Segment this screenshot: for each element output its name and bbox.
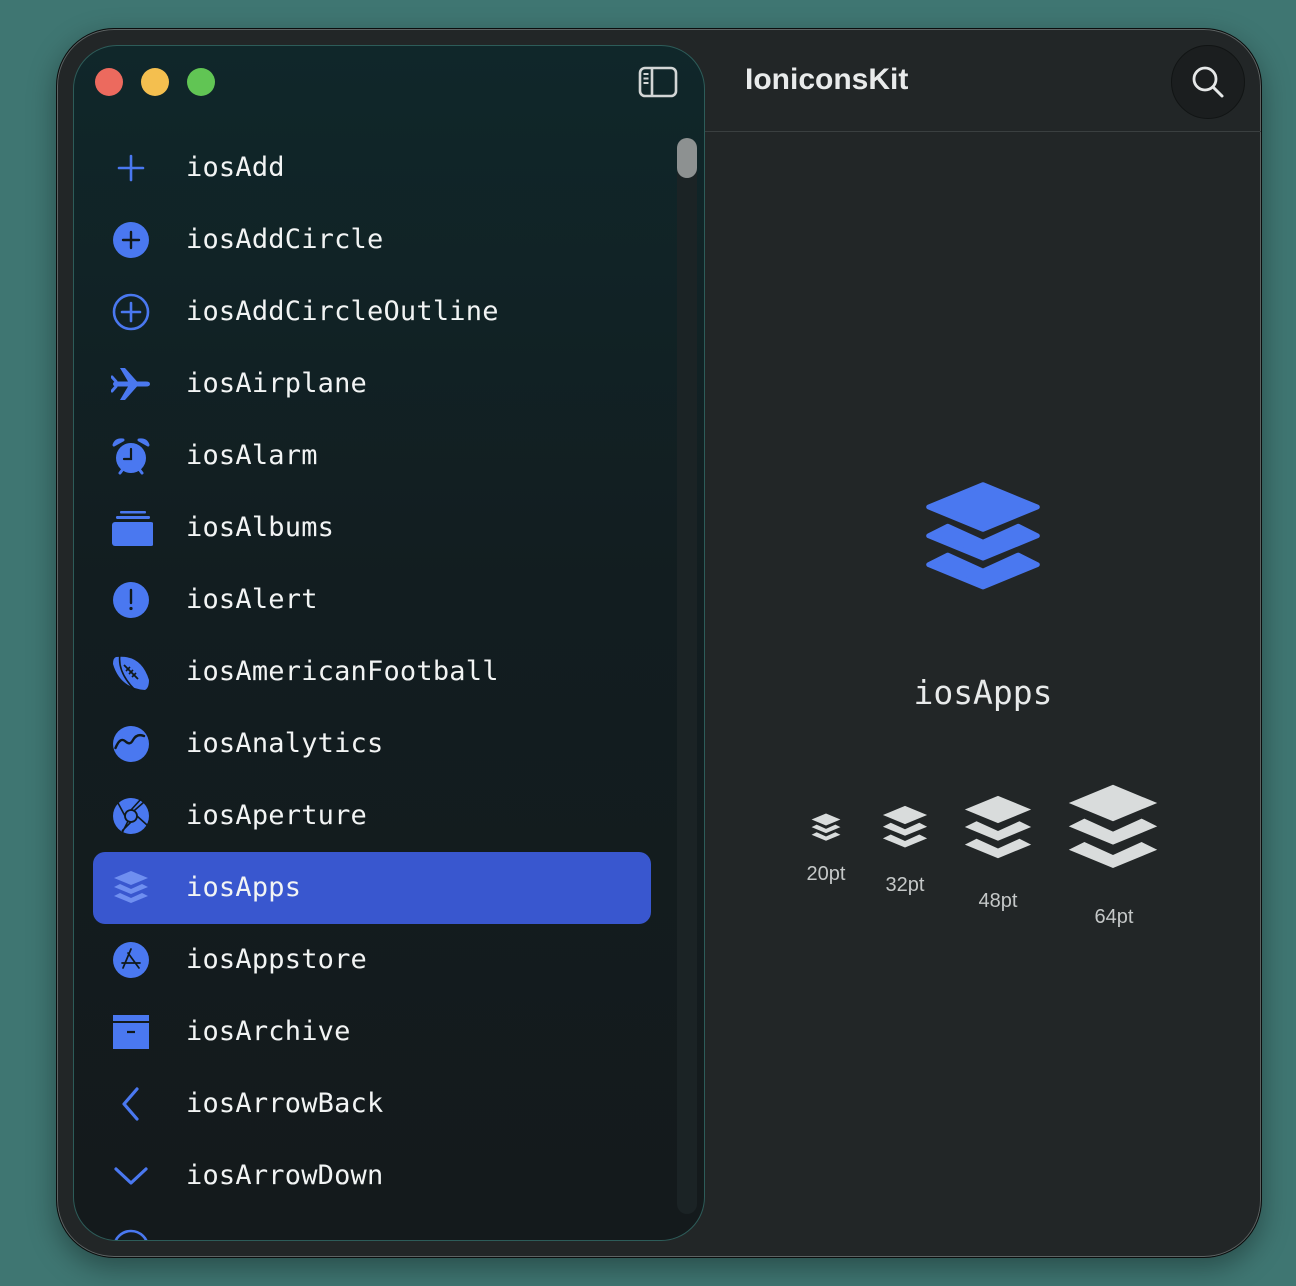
list-item-label: iosAlarm bbox=[186, 440, 318, 471]
list-item[interactable]: iosArrowBack bbox=[93, 1068, 651, 1140]
list-item-label: iosArrowBack bbox=[186, 1088, 384, 1119]
layers-icon-20pt bbox=[811, 813, 841, 841]
appstore-icon bbox=[113, 942, 149, 978]
arrow-circle-icon bbox=[114, 1229, 148, 1240]
analytics-icon bbox=[113, 726, 149, 762]
alarm-clock-icon bbox=[112, 438, 150, 475]
list-item-label: iosAirplane bbox=[186, 368, 368, 399]
size-label-32pt: 32pt bbox=[885, 874, 925, 896]
list-item-selected[interactable]: iosApps bbox=[93, 852, 651, 924]
list-item-label: iosApps bbox=[186, 872, 302, 903]
add-circle-outline-icon bbox=[112, 293, 150, 331]
list-item[interactable]: iosAmericanFootball bbox=[93, 636, 651, 708]
list-item[interactable]: iosAddCircle bbox=[93, 204, 651, 276]
close-button[interactable] bbox=[95, 68, 123, 96]
aperture-icon bbox=[113, 798, 149, 834]
minimize-button[interactable] bbox=[141, 68, 169, 96]
list-item-label: iosAppstore bbox=[186, 944, 368, 975]
list-item-label: iosArrowDown bbox=[186, 1160, 384, 1191]
list-item-label: iosAddCircleOutline bbox=[186, 296, 499, 327]
list-item-label: iosAlert bbox=[186, 584, 318, 615]
scroll-track[interactable] bbox=[677, 138, 697, 1214]
size-label-20pt: 20pt bbox=[806, 863, 846, 885]
toolbar-divider bbox=[705, 131, 1261, 132]
plus-icon bbox=[117, 154, 145, 182]
list-item-label: iosAdd bbox=[186, 152, 285, 183]
size-label-48pt: 48pt bbox=[978, 890, 1018, 912]
size-label-64pt: 64pt bbox=[1094, 906, 1134, 928]
scroll-thumb[interactable] bbox=[677, 138, 697, 178]
alert-icon bbox=[113, 582, 149, 618]
list-item[interactable]: iosAlarm bbox=[93, 420, 651, 492]
layers-icon-48pt bbox=[964, 795, 1032, 859]
list-item[interactable]: iosAdd bbox=[93, 132, 651, 204]
list-item-label: iosAnalytics bbox=[186, 728, 384, 759]
layers-icon-64pt bbox=[1068, 784, 1158, 868]
list-item-label: iosAmericanFootball bbox=[186, 656, 499, 687]
american-football-icon bbox=[113, 653, 149, 691]
list-item[interactable]: iosAppstore bbox=[93, 924, 651, 996]
window-title: IoniconsKit bbox=[745, 63, 909, 96]
chevron-down-icon bbox=[114, 1167, 148, 1185]
list-item[interactable]: iosAperture bbox=[93, 780, 651, 852]
albums-icon bbox=[112, 511, 153, 546]
selected-icon-name: iosApps bbox=[913, 673, 1053, 712]
list-item[interactable]: iosArrowDown bbox=[93, 1140, 651, 1212]
layers-icon-32pt bbox=[882, 805, 928, 848]
magnifying-glass-icon bbox=[1192, 66, 1224, 98]
list-item-label: iosAperture bbox=[186, 800, 368, 831]
archive-icon bbox=[113, 1015, 149, 1049]
list-item[interactable]: iosAlbums bbox=[93, 492, 651, 564]
list-item[interactable]: iosAddCircleOutline bbox=[93, 276, 651, 348]
sidebar: iosAdd iosAddCircle iosAddCircleOutline bbox=[73, 45, 705, 1241]
list-item-label: iosArchive bbox=[186, 1016, 351, 1047]
chevron-left-icon bbox=[122, 1087, 139, 1121]
list-item-label: iosAddCircle bbox=[186, 224, 384, 255]
sidebar-toggle-icon[interactable] bbox=[638, 66, 678, 98]
list-item-label: iosAlbums bbox=[186, 512, 335, 543]
zoom-button[interactable] bbox=[187, 68, 215, 96]
add-circle-icon bbox=[113, 222, 149, 258]
search-button[interactable] bbox=[1171, 45, 1245, 119]
list-item[interactable]: iosAnalytics bbox=[93, 708, 651, 780]
list-item[interactable]: iosArchive bbox=[93, 996, 651, 1068]
layers-icon bbox=[114, 871, 148, 903]
app-window: iosAdd iosAddCircle iosAddCircleOutline bbox=[56, 28, 1262, 1258]
list-item[interactable]: iosAirplane bbox=[93, 348, 651, 420]
list-item[interactable]: iosAlert bbox=[93, 564, 651, 636]
list-item-partial[interactable] bbox=[93, 1212, 651, 1240]
airplane-icon bbox=[111, 368, 150, 400]
layers-icon bbox=[926, 482, 1040, 590]
